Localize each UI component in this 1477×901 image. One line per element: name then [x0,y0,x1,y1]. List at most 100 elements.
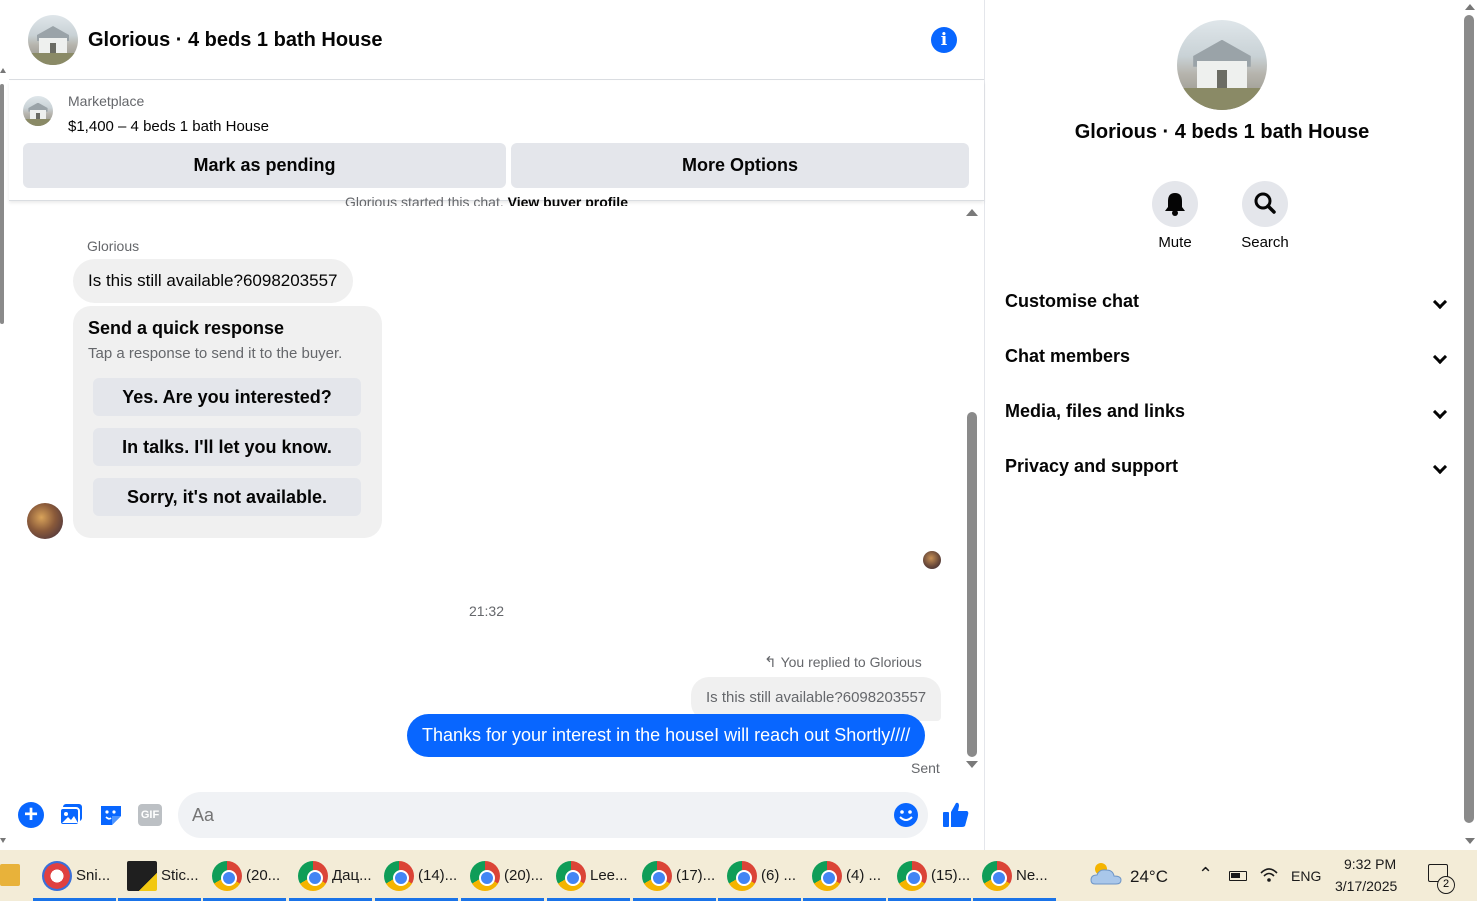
taskbar-item-chrome[interactable]: Дац... [289,850,372,901]
taskbar-item-chrome[interactable]: (17)... [633,850,716,901]
media-files-links-section[interactable]: Media, files and links [1005,401,1448,431]
section-label: Customise chat [1005,291,1140,311]
chevron-down-icon [1432,459,1448,475]
sticker-icon[interactable] [98,802,124,828]
quick-response-in-talks-button[interactable]: In talks. I'll let you know. [93,428,361,466]
chrome-icon [727,861,757,891]
scroll-down-arrow[interactable] [1465,838,1475,844]
snipping-tool-icon [42,861,72,891]
taskbar-item-chrome[interactable]: (14)... [375,850,458,901]
scrollbar-thumb[interactable] [967,412,977,757]
thread-scrollbar[interactable] [965,205,979,775]
chrome-icon [470,861,500,891]
taskbar-item-label: (20)... [504,867,544,884]
info-icon[interactable]: i [931,27,957,53]
photo-icon[interactable] [58,802,84,828]
mute-label: Mute [1158,234,1192,251]
taskbar-item-label: (17)... [676,867,716,884]
chat-panel: Glorious · 4 beds 1 bath House i Marketp… [9,0,985,850]
scroll-down-arrow[interactable] [966,761,978,768]
message-composer: + GIF [9,780,984,850]
info-panel-avatar[interactable] [1177,20,1267,110]
chat-title[interactable]: Glorious · 4 beds 1 bath House [88,29,383,52]
taskbar-item-sticky-notes[interactable]: Stic... [118,850,201,901]
like-icon[interactable] [941,800,971,830]
chat-members-section[interactable]: Chat members [1005,346,1448,376]
battery-icon[interactable] [1229,871,1247,881]
search-button[interactable] [1242,181,1288,227]
quick-response-card: Send a quick response Tap a response to … [73,306,382,538]
notification-badge: 2 [1437,876,1455,894]
message-timestamp: 21:32 [468,603,505,619]
taskbar-item-snipping[interactable]: Sni... [33,850,116,901]
page-scrollbar[interactable] [1462,0,1477,850]
taskbar-item-label: Stic... [161,867,199,884]
clock-date[interactable]: 3/17/2025 [1335,878,1397,894]
listing-avatar[interactable] [28,15,78,65]
message-thread[interactable]: Glorious Is this still available?6098203… [9,210,964,780]
scrollbar-thumb[interactable] [1464,15,1474,823]
listing-price[interactable]: $1,400 – 4 beds 1 bath House [68,118,269,135]
sticky-notes-icon [127,861,157,891]
scrollbar-thumb[interactable] [0,84,4,324]
taskbar-item-chrome[interactable]: (20)... [461,850,544,901]
emoji-icon[interactable] [893,802,919,828]
chevron-down-icon [1432,294,1448,310]
bell-icon [1165,193,1185,216]
taskbar-item-chrome[interactable]: (15)... [888,850,971,901]
windows-taskbar: Sni... Stic... (20... Дац... (14)... (20… [0,850,1477,901]
taskbar-item-chrome[interactable]: Ne... [973,850,1056,901]
listing-thumbnail[interactable] [23,96,53,126]
taskbar-item-label: (15)... [931,867,971,884]
mark-as-pending-button[interactable]: Mark as pending [23,143,506,188]
taskbar-item-chrome[interactable]: Lee... [547,850,630,901]
scroll-up-arrow[interactable] [0,68,6,73]
chrome-icon [982,861,1012,891]
listing-bar: Marketplace $1,400 – 4 beds 1 bath House… [9,81,984,201]
search-label: Search [1241,234,1289,251]
weather-temperature[interactable]: 24°C [1130,867,1168,887]
mute-button[interactable] [1152,181,1198,227]
replied-to-label: ↰ You replied to Glorious [764,653,922,671]
chrome-icon [642,861,672,891]
gif-icon[interactable]: GIF [138,804,162,826]
message-status: Sent [911,760,940,776]
view-buyer-profile-link[interactable]: View buyer profile [508,194,628,206]
wifi-icon[interactable] [1259,866,1279,884]
chevron-down-icon [1432,349,1448,365]
chrome-icon [897,861,927,891]
privacy-support-section[interactable]: Privacy and support [1005,456,1448,486]
scroll-up-arrow[interactable] [1465,4,1475,10]
chevron-up-icon[interactable]: ⌃ [1198,864,1213,885]
chrome-icon [298,861,328,891]
taskbar-item-chrome[interactable]: (20... [203,850,286,901]
chevron-down-icon [1432,404,1448,420]
taskbar-item-chrome[interactable]: (4) ... [803,850,886,901]
quick-response-not-available-button[interactable]: Sorry, it's not available. [93,478,361,516]
weather-cloud-icon[interactable] [1089,860,1123,888]
more-options-button[interactable]: More Options [511,143,969,188]
sender-avatar[interactable] [27,503,63,539]
taskbar-item-label: (20... [246,867,281,884]
plus-icon[interactable]: + [18,802,44,828]
file-explorer-icon[interactable] [0,864,20,886]
quick-response-interested-button[interactable]: Yes. Are you interested? [93,378,361,416]
scroll-up-arrow[interactable] [966,209,978,216]
outgoing-message[interactable]: Thanks for your interest in the houseI w… [407,714,926,757]
taskbar-item-chrome[interactable]: (6) ... [718,850,801,901]
language-indicator[interactable]: ENG [1291,868,1321,884]
clock-time[interactable]: 9:32 PM [1344,856,1396,872]
message-input[interactable] [178,792,928,838]
chrome-icon [384,861,414,891]
chrome-icon [212,861,242,891]
taskbar-item-label: (6) ... [761,867,797,884]
scroll-down-arrow[interactable] [0,838,6,843]
listing-source: Marketplace [68,93,145,109]
customise-chat-section[interactable]: Customise chat [1005,291,1448,321]
reply-icon: ↰ [764,654,777,671]
taskbar-item-label: Ne... [1016,867,1048,884]
incoming-message[interactable]: Is this still available?6098203557 [73,259,353,303]
section-label: Media, files and links [1005,401,1186,421]
page-left-scrollbar[interactable] [0,0,8,850]
replied-to-text: You replied to Glorious [780,654,922,670]
